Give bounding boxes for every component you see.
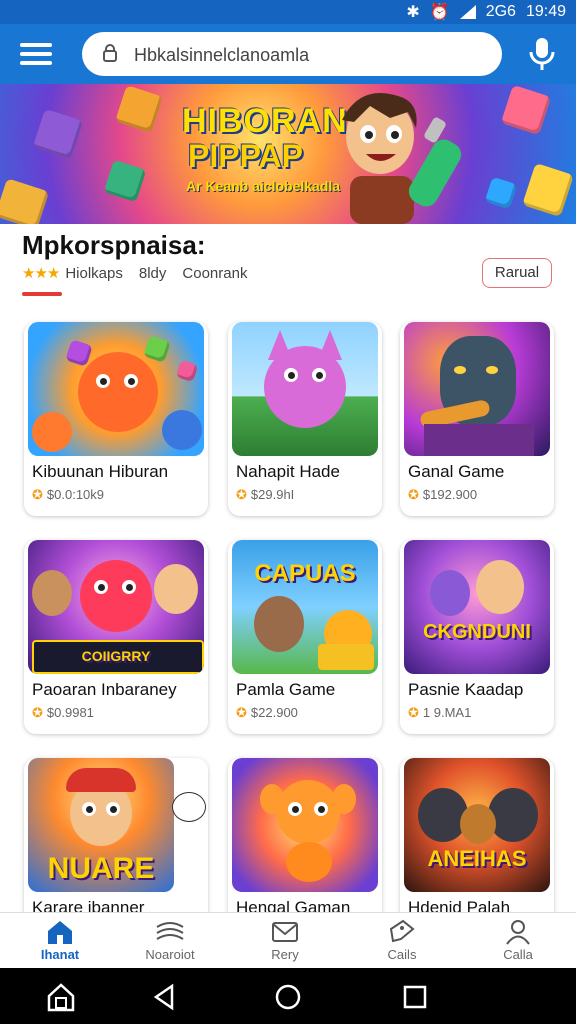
layers-icon xyxy=(156,922,184,940)
game-thumbnail xyxy=(28,322,204,456)
alarm-icon: ⏰ xyxy=(429,4,450,21)
game-name: Pasnie Kaadap xyxy=(408,680,524,699)
system-navigation-bar xyxy=(0,968,576,1024)
recents-icon[interactable] xyxy=(400,982,430,1012)
home-shortcut-icon[interactable] xyxy=(46,982,76,1012)
person-icon xyxy=(506,920,530,945)
game-price: ✪ $29.9hI xyxy=(236,487,295,502)
nav-item-messages[interactable]: Rery xyxy=(245,919,325,962)
install-button[interactable]: Rarual xyxy=(482,258,552,288)
game-thumbnail xyxy=(232,758,378,892)
game-name: Nahapit Hade xyxy=(236,462,340,481)
meta-rank: Coonrank xyxy=(182,264,248,282)
lock-icon xyxy=(103,44,117,62)
microphone-icon[interactable] xyxy=(527,36,557,72)
coin-icon: ✪ xyxy=(408,705,419,720)
network-indicator: 2G6 xyxy=(485,3,516,20)
nav-label: Calla xyxy=(503,947,533,962)
coin-icon: ✪ xyxy=(236,705,247,720)
game-card[interactable]: Ganal Game ✪ $192.900 xyxy=(400,322,554,516)
rating-stars: ★★★ xyxy=(22,265,60,282)
game-thumbnail xyxy=(232,322,378,456)
hamburger-icon xyxy=(20,43,52,47)
nav-label: Noaroiot xyxy=(145,947,195,962)
nav-item-profile[interactable]: Calla xyxy=(478,919,558,962)
nav-label: Cails xyxy=(387,947,417,962)
menu-button[interactable] xyxy=(20,40,52,68)
nav-item-categories[interactable]: Noaroiot xyxy=(130,919,210,962)
game-price: ✪ $0.0:10k9 xyxy=(32,487,105,502)
meta-age: 8ldy xyxy=(138,264,167,282)
game-thumbnail: ANEIHAS xyxy=(404,758,550,892)
mail-icon xyxy=(272,922,298,942)
game-thumbnail xyxy=(404,322,550,456)
character-face xyxy=(80,560,152,632)
game-name: Paoaran Inbaraney xyxy=(32,680,177,699)
game-card[interactable]: CAPUAS Pamla Game ✪ $22.900 xyxy=(228,540,382,734)
game-name: Pamla Game xyxy=(236,680,336,699)
character-face xyxy=(78,352,158,432)
nav-label: Rery xyxy=(271,947,299,962)
character-face xyxy=(418,788,468,842)
home-icon xyxy=(48,921,72,944)
search-input[interactable] xyxy=(132,38,486,72)
coin-icon: ✪ xyxy=(32,487,43,502)
meta-category: Hiolkaps xyxy=(65,264,123,282)
game-price: ✪ $0.9981 xyxy=(32,705,94,720)
game-name: Kibuunan Hiburan xyxy=(32,462,169,481)
status-time: 19:49 xyxy=(525,3,566,20)
back-icon[interactable] xyxy=(150,982,180,1012)
thumbnail-title: CAPUAS xyxy=(254,560,356,587)
game-name: Ganal Game xyxy=(408,462,505,481)
thumbnail-title: CKGNDUNI xyxy=(423,621,531,643)
character-face xyxy=(476,560,524,614)
app-meta: ★★★ Hiolkaps 8ldy Coonrank xyxy=(22,264,248,283)
nav-item-deals[interactable]: Cails xyxy=(362,919,442,962)
character-face xyxy=(276,780,340,844)
game-thumbnail: COIIGRRY xyxy=(28,540,204,674)
nav-item-home[interactable]: Ihanat xyxy=(20,919,100,962)
speech-bubble-icon xyxy=(172,792,206,822)
bluetooth-icon: ✱ xyxy=(406,4,420,21)
search-bar[interactable] xyxy=(82,32,502,76)
game-price: ✪ 1 9.MA1 xyxy=(408,705,472,720)
bottom-navigation: Ihanat Noaroiot Rery Cails Calla xyxy=(0,912,576,969)
coin-icon: ✪ xyxy=(236,487,247,502)
game-thumbnail: CAPUAS xyxy=(232,540,378,674)
nav-label: Ihanat xyxy=(40,947,80,962)
tag-icon xyxy=(389,919,415,943)
banner-hero-character xyxy=(342,93,462,224)
status-bar: ✱ ⏰ 2G6 19:49 xyxy=(0,0,576,24)
game-price: ✪ $22.900 xyxy=(236,705,298,720)
game-price: ✪ $192.900 xyxy=(408,487,478,502)
banner-title-second: PIPPAP xyxy=(188,138,303,174)
tab-indicator xyxy=(22,292,62,296)
game-thumbnail: CKGNDUNI xyxy=(404,540,550,674)
thumbnail-title: COIIGRRY xyxy=(81,648,151,664)
game-card[interactable]: Nahapit Hade ✪ $29.9hI xyxy=(228,322,382,516)
signal-icon xyxy=(459,5,476,19)
game-card[interactable]: Kibuunan Hiburan ✪ $0.0:10k9 xyxy=(24,322,208,516)
game-thumbnail: NUARE xyxy=(28,758,174,892)
game-card[interactable]: CKGNDUNI Pasnie Kaadap ✪ 1 9.MA1 xyxy=(400,540,554,734)
coin-icon: ✪ xyxy=(408,487,419,502)
home-circle-icon[interactable] xyxy=(273,982,303,1012)
top-app-bar xyxy=(0,24,576,84)
character-face xyxy=(254,596,304,652)
promo-banner[interactable]: HIBORAN PIPPAP Ar Keanb aiclobelkadla xyxy=(0,84,576,224)
thumbnail-title: NUARE xyxy=(47,852,155,885)
game-card[interactable]: COIIGRRY Paoaran Inbaraney ✪ $0.9981 xyxy=(24,540,208,734)
page-title: Mpkorspnaisa: xyxy=(22,230,206,260)
banner-subtitle: Ar Keanb aiclobelkadla xyxy=(186,178,341,194)
coin-icon: ✪ xyxy=(32,705,43,720)
thumbnail-title: ANEIHAS xyxy=(427,846,527,871)
